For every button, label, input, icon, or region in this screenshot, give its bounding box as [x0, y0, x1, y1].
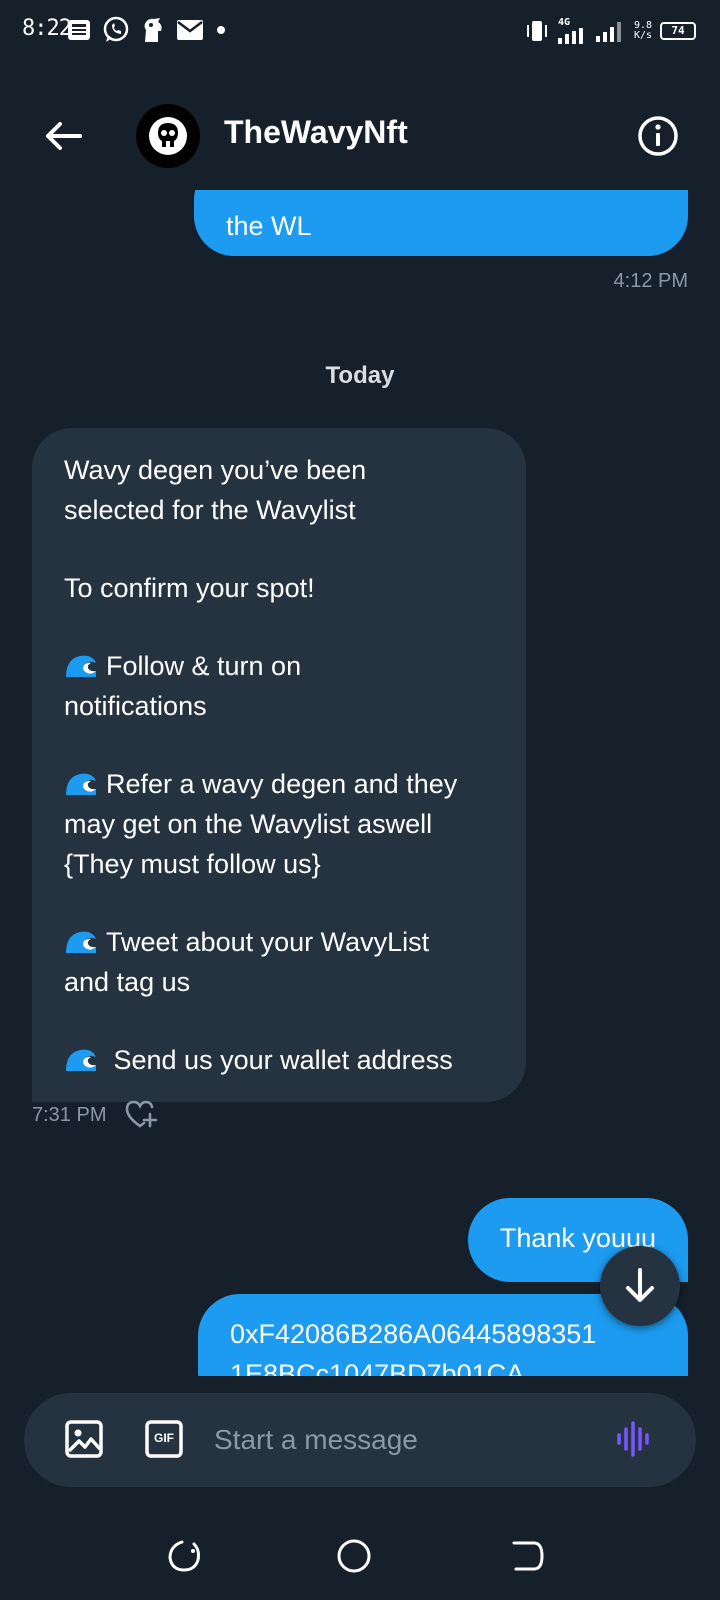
received-message[interactable]: Wavy degen you’ve been selected for the … [32, 428, 526, 1102]
arrow-down-icon [626, 1268, 654, 1302]
voice-waveform-icon [617, 1421, 649, 1457]
conversation-header: TheWavyNft [0, 96, 720, 176]
avatar[interactable] [136, 104, 200, 168]
message-text: the WL [226, 211, 312, 241]
message-text: Tweet about your WavyList and tag us [64, 927, 430, 997]
signal-icon [595, 20, 626, 42]
message-paragraph: To confirm your spot! [64, 568, 494, 608]
recents-icon [168, 1540, 200, 1572]
whatsapp-icon [102, 16, 130, 44]
message-text: Wavy degen you’ve been selected for the … [64, 455, 367, 525]
system-navigation-bar [0, 1520, 720, 1600]
message-timestamp: 7:31 PM [32, 1104, 107, 1126]
water-wave-emoji-icon [64, 1045, 98, 1075]
message-paragraph: Tweet about your WavyList and tag us [64, 922, 494, 1002]
heart-plus-icon [125, 1100, 158, 1128]
premier-league-icon [140, 16, 166, 44]
news-icon [66, 17, 92, 43]
message-text: Refer a wavy degen and they may get on t… [64, 769, 458, 879]
message-paragraph: Follow & turn on notifications [64, 646, 494, 726]
message-input[interactable] [212, 1413, 612, 1467]
message-timestamp: 4:12 PM [613, 270, 688, 292]
recents-button[interactable] [164, 1536, 204, 1576]
notification-icons [66, 16, 228, 44]
network-type: 4G [557, 17, 570, 28]
info-icon [638, 116, 678, 156]
like-message-button[interactable] [124, 1098, 158, 1132]
message-text: Follow & turn on notifications [64, 651, 302, 721]
message-composer: GIF [24, 1393, 696, 1487]
status-time: 8:22 [22, 16, 72, 41]
back-button[interactable] [40, 116, 88, 156]
vibrate-icon [524, 19, 550, 43]
message-text: Send us your wallet address [106, 1045, 453, 1075]
arrow-left-icon [46, 122, 82, 150]
message-text: To confirm your spot! [64, 573, 315, 603]
message-list[interactable]: the WL 4:12 PM Today Wavy degen you’ve b… [0, 190, 720, 1376]
message-paragraph: Send us your wallet address [64, 1040, 494, 1080]
day-separator: Today [325, 362, 395, 389]
water-wave-emoji-icon [64, 769, 98, 799]
network-speed: 9.8 K/s [633, 20, 652, 41]
water-wave-emoji-icon [64, 927, 98, 957]
add-gif-button[interactable]: GIF [144, 1419, 184, 1459]
system-icons: 4G 9.8 K/s 74 [524, 18, 696, 44]
gif-label: GIF [154, 1431, 174, 1445]
water-wave-emoji-icon [64, 651, 98, 681]
signal-4g-icon: 4G [557, 17, 588, 44]
back-nav-button[interactable] [508, 1536, 548, 1576]
home-circle-icon [337, 1539, 371, 1573]
conversation-info-button[interactable] [636, 114, 680, 158]
message-text: 1E8BCc1047BD7b01CA [230, 1359, 525, 1376]
mail-icon [176, 19, 204, 41]
back-nav-icon [512, 1541, 544, 1571]
message-paragraph: Wavy degen you’ve been selected for the … [64, 450, 494, 530]
sent-message[interactable]: the WL [194, 190, 688, 256]
add-photo-button[interactable] [64, 1419, 104, 1459]
message-text: 0xF42086B286A06445898351 [230, 1319, 597, 1349]
home-button[interactable] [334, 1536, 374, 1576]
scroll-to-bottom-button[interactable] [600, 1246, 680, 1326]
skull-logo-icon [149, 117, 187, 155]
message-paragraph: Refer a wavy degen and they may get on t… [64, 764, 494, 884]
status-bar: 8:22 4G 9.8 K/s 74 [0, 0, 720, 66]
battery-icon: 74 [660, 22, 696, 40]
image-icon [65, 1420, 103, 1458]
voice-message-button[interactable] [614, 1419, 654, 1459]
battery-level: 74 [671, 24, 685, 37]
contact-name[interactable]: TheWavyNft [224, 114, 408, 151]
more-notifications-dot-icon [214, 23, 228, 37]
